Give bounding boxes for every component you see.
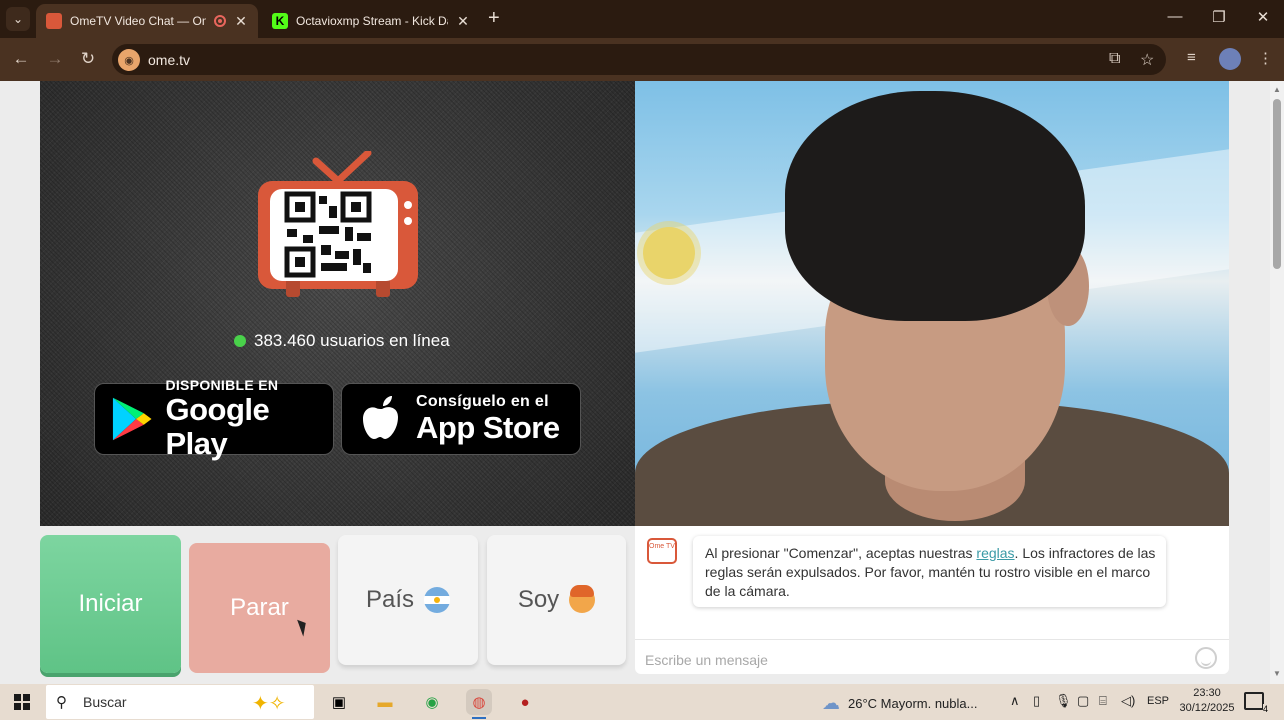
emoji-picker-icon[interactable] bbox=[1195, 647, 1217, 669]
minimize-icon[interactable]: — bbox=[1160, 8, 1190, 25]
taskbar-search-placeholder: Buscar bbox=[83, 694, 127, 710]
chat-divider bbox=[635, 639, 1229, 640]
weather-widget[interactable]: ☁ 26°C Mayorm. nubla... bbox=[822, 693, 977, 714]
flag-sun bbox=[643, 227, 695, 279]
search-highlight-icon: ✦✧ bbox=[252, 693, 286, 715]
windows-start-icon[interactable] bbox=[14, 694, 30, 710]
clock-date: 30/12/2025 bbox=[1179, 702, 1235, 714]
volume-icon[interactable]: ◁) bbox=[1121, 693, 1135, 709]
meet-now-icon[interactable]: ▢ bbox=[1077, 693, 1089, 709]
google-play-badge[interactable]: DISPONIBLE EN Google Play bbox=[94, 377, 334, 461]
system-clock[interactable]: 23:30 30/12/2025 bbox=[1178, 686, 1236, 716]
system-notice-bubble: Al presionar "Comenzar", aceptas nuestra… bbox=[693, 536, 1166, 607]
taskbar-search[interactable]: ⚲ Buscar ✦✧ bbox=[46, 685, 314, 719]
new-tab-icon[interactable]: + bbox=[488, 8, 500, 28]
browser-toolbar: ← → ↻ ◉ ome.tv ⧉ ☆ ≡ ⋮ bbox=[0, 38, 1284, 81]
file-explorer-icon[interactable]: ▬ bbox=[372, 689, 398, 715]
app-store-badge[interactable]: Consíguelo en el App Store bbox=[341, 383, 581, 455]
reload-icon[interactable]: ↻ bbox=[77, 49, 99, 69]
close-window-icon[interactable]: ✕ bbox=[1248, 8, 1278, 26]
chrome-icon[interactable]: ◍ bbox=[466, 689, 492, 719]
online-users-indicator: 383.460 usuarios en línea bbox=[234, 331, 450, 351]
notice-text-start: Al presionar "Comenzar", aceptas nuestra… bbox=[705, 545, 977, 561]
rules-link[interactable]: reglas bbox=[976, 545, 1014, 561]
google-play-icon bbox=[112, 397, 152, 441]
whatsapp-icon[interactable]: ◉ bbox=[419, 689, 445, 715]
reading-list-icon[interactable]: ≡ bbox=[1187, 49, 1196, 66]
person-hair bbox=[785, 91, 1085, 321]
menu-icon[interactable]: ⋮ bbox=[1258, 49, 1273, 67]
windows-taskbar: ⚲ Buscar ✦✧ ▣ ▬ ◉ ◍ ● ☁ 26°C Mayorm. nub… bbox=[0, 684, 1284, 720]
search-icon: ⚲ bbox=[56, 694, 67, 711]
tray-overflow-icon[interactable]: ∧ bbox=[1010, 693, 1020, 709]
ometv-page: 383.460 usuarios en línea DISPONIBLE EN … bbox=[0, 81, 1270, 684]
argentina-flag-icon bbox=[424, 587, 451, 613]
url-text: ome.tv bbox=[148, 52, 191, 68]
gender-button[interactable]: Soy bbox=[487, 535, 626, 665]
gender-label: Soy bbox=[517, 586, 560, 613]
boy-emoji-icon bbox=[569, 585, 596, 613]
tab-ometv[interactable]: OmeTV Video Chat — Ome ✕ bbox=[36, 4, 258, 38]
scroll-up-icon[interactable]: ▲ bbox=[1273, 85, 1281, 94]
kick-favicon-icon: K bbox=[272, 13, 288, 29]
close-tab-icon[interactable]: ✕ bbox=[234, 13, 248, 30]
static-noise bbox=[40, 81, 635, 526]
message-input[interactable] bbox=[645, 650, 1185, 670]
page-scrollbar[interactable]: ▲ ▼ bbox=[1270, 81, 1284, 684]
tab-search-button[interactable]: ⌄ bbox=[6, 7, 30, 31]
back-icon[interactable]: ← bbox=[10, 49, 32, 69]
online-dot-icon bbox=[234, 335, 246, 347]
ometv-bot-avatar: Ome TV bbox=[647, 538, 677, 564]
tab-kick[interactable]: K Octavioxmp Stream - Kick Dash ✕ bbox=[262, 4, 480, 38]
restore-icon[interactable]: ❐ bbox=[1204, 8, 1234, 26]
country-button[interactable]: País bbox=[338, 535, 478, 665]
cloud-weather-icon: ☁ bbox=[822, 693, 840, 713]
language-indicator[interactable]: ESP bbox=[1147, 695, 1169, 707]
app-store-small-text: Consíguelo en el bbox=[416, 393, 549, 410]
browser-tab-bar: ⌄ OmeTV Video Chat — Ome ✕ K Octavioxmp … bbox=[0, 0, 1284, 38]
stop-button[interactable]: Parar bbox=[189, 543, 330, 673]
scroll-down-icon[interactable]: ▼ bbox=[1273, 669, 1281, 678]
task-view-icon[interactable]: ▣ bbox=[326, 689, 352, 715]
google-play-small-text: DISPONIBLE EN bbox=[165, 377, 279, 393]
clock-time: 23:30 bbox=[1193, 687, 1221, 699]
start-button[interactable]: Iniciar bbox=[40, 535, 181, 673]
tv-qr-logo bbox=[258, 151, 418, 297]
country-label: País bbox=[365, 586, 415, 613]
stranger-video-area: 383.460 usuarios en línea DISPONIBLE EN … bbox=[40, 81, 635, 526]
notification-center-icon[interactable]: 4 bbox=[1244, 692, 1268, 714]
network-icon[interactable]: ⌸ bbox=[1099, 693, 1107, 709]
profile-avatar[interactable] bbox=[1219, 48, 1241, 70]
site-info-icon[interactable]: ◉ bbox=[118, 49, 140, 71]
online-users-count: 383.460 usuarios en línea bbox=[254, 331, 450, 350]
bookmark-star-icon[interactable]: ☆ bbox=[1140, 50, 1154, 70]
google-play-big-text: Google Play bbox=[165, 392, 270, 461]
tab-title: OmeTV Video Chat — Ome bbox=[70, 14, 206, 28]
weather-text: 26°C Mayorm. nubla... bbox=[848, 696, 978, 711]
recording-icon bbox=[214, 15, 226, 27]
apple-icon bbox=[363, 396, 398, 439]
app-store-big-text: App Store bbox=[416, 410, 560, 445]
chat-panel: Ome TV Al presionar "Comenzar", aceptas … bbox=[635, 526, 1229, 674]
recorder-app-icon[interactable]: ● bbox=[512, 689, 538, 715]
tab-title: Octavioxmp Stream - Kick Dash bbox=[296, 14, 448, 28]
self-camera-feed bbox=[635, 81, 1229, 526]
address-bar[interactable]: ◉ ome.tv ⧉ ☆ bbox=[112, 44, 1166, 75]
install-app-icon[interactable]: ⧉ bbox=[1109, 50, 1120, 68]
notification-count: 4 bbox=[1262, 704, 1268, 714]
microphone-icon[interactable]: 🎙 bbox=[1055, 693, 1072, 709]
forward-icon[interactable]: → bbox=[44, 49, 66, 69]
scroll-thumb[interactable] bbox=[1273, 99, 1281, 269]
ometv-favicon-icon bbox=[46, 13, 62, 29]
close-tab-icon[interactable]: ✕ bbox=[456, 13, 470, 30]
tray-device-icon[interactable]: ▯ bbox=[1033, 693, 1040, 709]
